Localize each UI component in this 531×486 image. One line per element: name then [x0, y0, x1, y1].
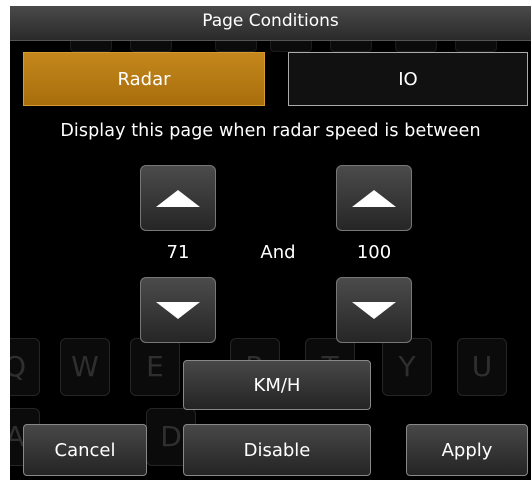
- down-arrow-icon: [352, 301, 396, 319]
- background-key: Q: [10, 338, 40, 396]
- min-decrease-button[interactable]: [140, 277, 216, 343]
- up-arrow-icon: [352, 189, 396, 207]
- dialog-title: Page Conditions: [202, 11, 339, 31]
- unit-toggle-button[interactable]: KM/H: [183, 360, 371, 410]
- page-conditions-dialog: Q W E R T Y U A D Page Conditions Radar …: [10, 6, 531, 480]
- down-arrow-icon: [156, 301, 200, 319]
- apply-button[interactable]: Apply: [406, 424, 528, 476]
- up-arrow-icon: [156, 189, 200, 207]
- max-speed-value: 100: [356, 242, 392, 263]
- min-speed-value: 71: [166, 242, 190, 263]
- title-bar: Page Conditions: [10, 6, 531, 41]
- disable-button[interactable]: Disable: [183, 424, 371, 476]
- background-key: Y: [382, 338, 432, 396]
- and-label: And: [260, 242, 296, 263]
- cancel-button[interactable]: Cancel: [23, 424, 147, 476]
- tab-radar[interactable]: Radar: [23, 52, 265, 106]
- max-increase-button[interactable]: [336, 165, 412, 231]
- background-key: U: [457, 338, 507, 396]
- max-decrease-button[interactable]: [336, 277, 412, 343]
- min-increase-button[interactable]: [140, 165, 216, 231]
- background-key: W: [60, 338, 110, 396]
- tab-io[interactable]: IO: [288, 52, 528, 106]
- background-key: E: [130, 338, 180, 396]
- condition-prompt: Display this page when radar speed is be…: [60, 121, 481, 141]
